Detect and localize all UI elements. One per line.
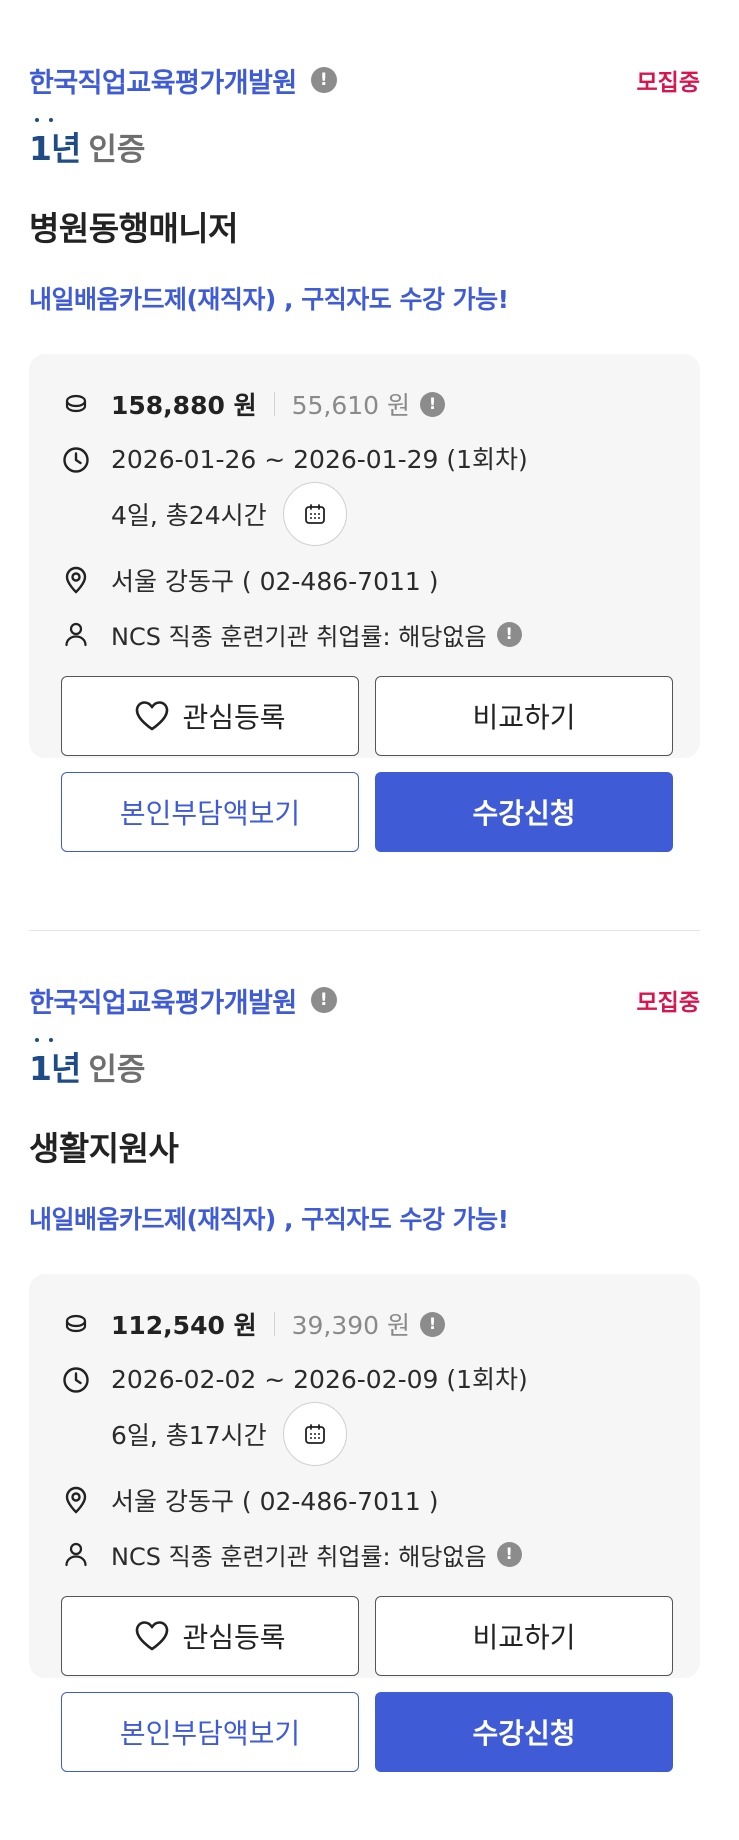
coin-icon (61, 1309, 91, 1339)
price-info-icon[interactable]: ! (420, 1311, 446, 1337)
price-row: 158,880 원 55,610 원 ! (61, 384, 668, 424)
ncs-row: NCS 직종 훈련기관 취업률: 해당없음 ! (61, 1534, 668, 1574)
org-name-link[interactable]: 한국직업교육평가개발원 (29, 981, 297, 1020)
self-pay-button[interactable]: 본인부담액보기 (61, 1692, 359, 1772)
course-subtitle: 내일배움카드제(재직자) , 구직자도 수강 가능! (29, 285, 509, 314)
certification: 1년 인증 (29, 1038, 700, 1088)
action-buttons: 관심등록 비교하기 본인부담액보기 수강신청 (61, 1596, 673, 1772)
self-pay-price: 55,610 원 (291, 391, 411, 420)
cert-logo: 1년 (29, 118, 81, 170)
date-row: 2026-01-26 ~ 2026-01-29 (1회차) (61, 444, 668, 476)
ncs-info-icon[interactable]: ! (496, 1541, 522, 1567)
wishlist-label: 관심등록 (182, 1621, 286, 1654)
certification: 1년 인증 (29, 118, 700, 168)
course-header: 한국직업교육평가개발원 ! 모집중 (29, 58, 700, 102)
ncs-employment-rate: NCS 직종 훈련기관 취업률: 해당없음 (111, 622, 487, 651)
compare-button[interactable]: 비교하기 (375, 1596, 673, 1676)
course-title[interactable]: 생활지원사 (29, 1122, 700, 1170)
duration-row: 4일, 총24시간 (111, 482, 668, 546)
course-divider (29, 930, 700, 931)
location-text: 서울 강동구 ( 02-486-7011 ) (111, 1487, 439, 1516)
self-pay-price: 39,390 원 (291, 1311, 411, 1340)
clock-icon (61, 1365, 91, 1395)
clock-icon (61, 445, 91, 475)
duration: 4일, 총24시간 (111, 501, 267, 530)
price-divider (273, 1312, 275, 1336)
price-divider (273, 392, 275, 416)
org-info-icon[interactable]: ! (310, 67, 337, 93)
calendar-button[interactable] (282, 482, 347, 546)
course-price: 158,880 원 (111, 391, 257, 420)
self-pay-button[interactable]: 본인부담액보기 (61, 772, 359, 852)
calendar-button[interactable] (282, 1402, 347, 1466)
course-price: 112,540 원 (111, 1311, 257, 1340)
course-header: 한국직업교육평가개발원 ! 모집중 (29, 978, 700, 1022)
course-detail-card: 158,880 원 55,610 원 ! 2026-01-26 ~ 2026-0… (29, 354, 700, 852)
action-buttons: 관심등록 비교하기 본인부담액보기 수강신청 (61, 676, 673, 852)
status-badge: 모집중 (636, 990, 700, 1016)
org: 한국직업교육평가개발원 ! (29, 981, 337, 1020)
duration-row: 6일, 총17시간 (111, 1402, 668, 1466)
date-range: 2026-01-26 ~ 2026-01-29 (1회차) (111, 445, 528, 474)
heart-icon (134, 700, 170, 732)
location-pin-icon (61, 1485, 91, 1515)
ncs-info-icon[interactable]: ! (496, 621, 522, 647)
org-info-icon[interactable]: ! (310, 987, 337, 1013)
price-row: 112,540 원 39,390 원 ! (61, 1304, 668, 1344)
location-pin-icon (61, 565, 91, 595)
status-badge: 모집중 (636, 70, 700, 96)
apply-button[interactable]: 수강신청 (375, 1692, 673, 1772)
org-name-link[interactable]: 한국직업교육평가개발원 (29, 61, 297, 100)
person-icon (61, 619, 91, 649)
calendar-icon (304, 1424, 325, 1444)
location-row: 서울 강동구 ( 02-486-7011 ) (61, 1480, 668, 1520)
duration: 6일, 총17시간 (111, 1421, 267, 1450)
price-info-icon[interactable]: ! (420, 391, 446, 417)
date-row: 2026-02-02 ~ 2026-02-09 (1회차) (61, 1364, 668, 1396)
location-row: 서울 강동구 ( 02-486-7011 ) (61, 560, 668, 600)
course-card: 한국직업교육평가개발원 ! 모집중 1년 인증 병원동행매니저 내일배움카드제(… (29, 58, 700, 852)
cert-label: 인증 (88, 1051, 146, 1088)
course-detail-card: 112,540 원 39,390 원 ! 2026-02-02 ~ 2026-0… (29, 1274, 700, 1772)
cert-label: 인증 (88, 131, 146, 168)
compare-button[interactable]: 비교하기 (375, 676, 673, 756)
apply-button[interactable]: 수강신청 (375, 772, 673, 852)
course-card: 한국직업교육평가개발원 ! 모집중 1년 인증 생활지원사 내일배움카드제(재직… (29, 978, 700, 1772)
course-title[interactable]: 병원동행매니저 (29, 202, 700, 250)
org: 한국직업교육평가개발원 ! (29, 61, 337, 100)
coin-icon (61, 389, 91, 419)
location-text: 서울 강동구 ( 02-486-7011 ) (111, 567, 439, 596)
person-icon (61, 1539, 91, 1569)
cert-logo: 1년 (29, 1038, 81, 1090)
date-range: 2026-02-02 ~ 2026-02-09 (1회차) (111, 1365, 528, 1394)
wishlist-label: 관심등록 (182, 701, 286, 734)
ncs-row: NCS 직종 훈련기관 취업률: 해당없음 ! (61, 614, 668, 654)
ncs-employment-rate: NCS 직종 훈련기관 취업률: 해당없음 (111, 1542, 487, 1571)
course-subtitle: 내일배움카드제(재직자) , 구직자도 수강 가능! (29, 1205, 509, 1234)
wishlist-button[interactable]: 관심등록 (61, 1596, 359, 1676)
calendar-icon (304, 504, 325, 524)
heart-icon (134, 1620, 170, 1652)
wishlist-button[interactable]: 관심등록 (61, 676, 359, 756)
